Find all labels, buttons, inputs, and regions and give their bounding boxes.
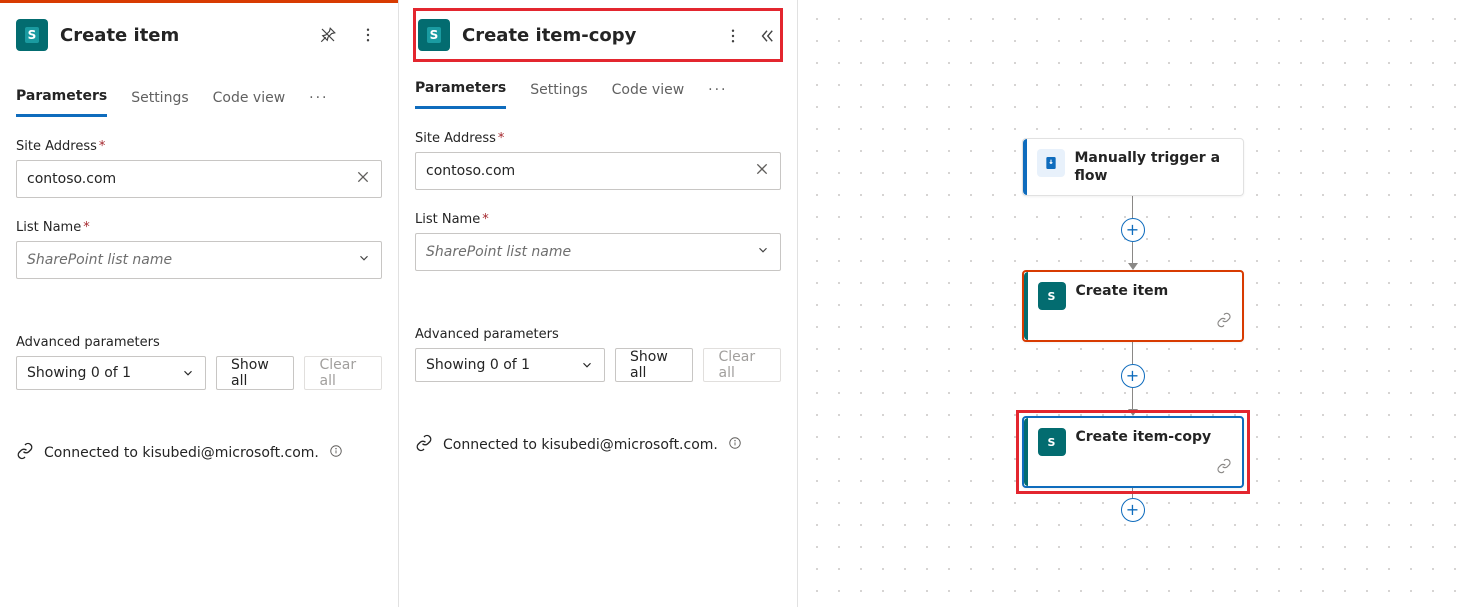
action-create-item-card[interactable]: S Create item	[1022, 270, 1244, 342]
site-address-value: contoso.com	[27, 171, 347, 187]
list-name-label: List Name*	[16, 220, 382, 235]
action-title: Create item	[1076, 282, 1169, 330]
trigger-card[interactable]: Manually trigger a flow	[1022, 138, 1244, 196]
site-address-label: Site Address*	[415, 131, 781, 146]
trigger-icon	[1037, 149, 1065, 177]
action-create-item-copy-card[interactable]: S Create item-copy	[1022, 416, 1244, 488]
trigger-title: Manually trigger a flow	[1075, 149, 1231, 185]
connection-text: Connected to kisubedi@microsoft.com.	[44, 445, 319, 461]
clear-icon[interactable]	[355, 169, 371, 189]
list-name-label: List Name*	[415, 212, 781, 227]
connection-text: Connected to kisubedi@microsoft.com.	[443, 437, 718, 453]
connection-row: Connected to kisubedi@microsoft.com.	[415, 434, 781, 456]
site-address-input[interactable]: contoso.com	[16, 160, 382, 198]
panel-header: S Create item	[16, 0, 382, 70]
advanced-parameters-select[interactable]: Showing 0 of 1	[415, 348, 605, 382]
clear-all-button: Clear all	[703, 348, 781, 382]
show-all-button[interactable]: Show all	[615, 348, 693, 382]
more-icon[interactable]	[354, 21, 382, 49]
tab-parameters[interactable]: Parameters	[16, 88, 107, 117]
more-icon[interactable]	[719, 22, 747, 50]
tab-code-view[interactable]: Code view	[612, 82, 685, 108]
panel-create-item-copy: S Create item-copy Parameters Settings C…	[399, 0, 798, 607]
site-address-value: contoso.com	[426, 163, 746, 179]
sharepoint-icon: S	[16, 19, 48, 51]
connection-row: Connected to kisubedi@microsoft.com.	[16, 442, 382, 464]
tab-overflow-icon[interactable]: ···	[309, 90, 328, 116]
link-icon	[16, 442, 34, 464]
chevron-down-icon[interactable]	[756, 243, 770, 261]
advanced-parameters-select[interactable]: Showing 0 of 1	[16, 356, 206, 390]
add-step-button[interactable]: +	[1121, 498, 1145, 522]
sharepoint-icon: S	[1038, 282, 1066, 310]
show-all-button[interactable]: Show all	[216, 356, 294, 390]
link-icon	[1216, 458, 1232, 478]
list-name-placeholder: SharePoint list name	[426, 244, 748, 260]
clear-icon[interactable]	[754, 161, 770, 181]
list-name-input[interactable]: SharePoint list name	[16, 241, 382, 279]
panel-create-item: S Create item Parameters Settings Code v…	[0, 0, 399, 607]
collapse-icon[interactable]	[753, 22, 781, 50]
add-step-button[interactable]: +	[1121, 364, 1145, 388]
sharepoint-icon: S	[1038, 428, 1066, 456]
link-icon	[415, 434, 433, 456]
tab-parameters[interactable]: Parameters	[415, 80, 506, 109]
panel-title: Create item	[60, 25, 302, 46]
advanced-parameters-label: Advanced parameters	[415, 327, 781, 342]
advanced-parameters-row: Showing 0 of 1 Show all Clear all	[415, 348, 781, 382]
tabs: Parameters Settings Code view ···	[415, 80, 781, 109]
tab-settings[interactable]: Settings	[131, 90, 188, 116]
tab-settings[interactable]: Settings	[530, 82, 587, 108]
add-step-button[interactable]: +	[1121, 218, 1145, 242]
unpin-icon[interactable]	[314, 21, 342, 49]
list-name-input[interactable]: SharePoint list name	[415, 233, 781, 271]
flow-canvas[interactable]: Manually trigger a flow + S Create item …	[798, 0, 1467, 607]
site-address-input[interactable]: contoso.com	[415, 152, 781, 190]
flow-column: Manually trigger a flow + S Create item …	[1022, 138, 1244, 522]
tab-overflow-icon[interactable]: ···	[708, 82, 727, 108]
info-icon[interactable]	[728, 436, 742, 454]
tabs: Parameters Settings Code view ···	[16, 88, 382, 117]
chevron-down-icon[interactable]	[357, 251, 371, 269]
advanced-parameters-row: Showing 0 of 1 Show all Clear all	[16, 356, 382, 390]
site-address-label: Site Address*	[16, 139, 382, 154]
tab-code-view[interactable]: Code view	[213, 90, 286, 116]
action-title: Create item-copy	[1076, 428, 1212, 476]
info-icon[interactable]	[329, 444, 343, 462]
sharepoint-icon: S	[418, 19, 450, 51]
advanced-parameters-label: Advanced parameters	[16, 335, 382, 350]
clear-all-button: Clear all	[304, 356, 382, 390]
list-name-placeholder: SharePoint list name	[27, 252, 349, 268]
link-icon	[1216, 312, 1232, 332]
